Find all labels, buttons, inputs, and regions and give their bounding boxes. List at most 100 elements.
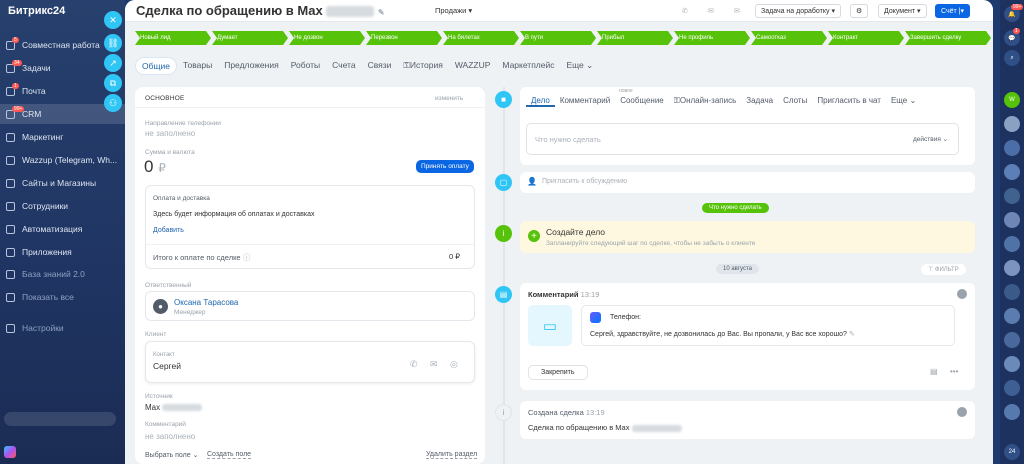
currency: ₽ bbox=[158, 161, 166, 175]
avatar[interactable] bbox=[1004, 260, 1020, 276]
settings-icon[interactable]: ⚙ bbox=[850, 4, 869, 18]
avatar[interactable] bbox=[1004, 140, 1020, 156]
stage-10[interactable]: Контракт bbox=[828, 31, 904, 45]
avatar[interactable] bbox=[1004, 404, 1020, 420]
more-icon[interactable]: ••• bbox=[950, 367, 958, 376]
actions-menu[interactable]: действия ⌄ bbox=[913, 135, 948, 143]
close-icon[interactable]: ✕ bbox=[104, 11, 122, 29]
tab-history[interactable]: ⚿История bbox=[397, 57, 448, 75]
delete-section-link[interactable]: Удалить раздел bbox=[426, 451, 478, 459]
copy-icon[interactable]: ⧉ bbox=[104, 74, 122, 92]
avatar[interactable] bbox=[1004, 380, 1020, 396]
tab-wazzup[interactable]: WAZZUP bbox=[449, 57, 497, 75]
invoice-button[interactable]: Счёт |▾ bbox=[935, 4, 971, 18]
activity-tab-comment[interactable]: Комментарий bbox=[555, 96, 615, 107]
activity-tab-message[interactable]: Сообщение bbox=[615, 96, 669, 107]
employees-icon bbox=[6, 202, 15, 211]
avatar[interactable] bbox=[1004, 116, 1020, 132]
search-icon[interactable]: ⌕ bbox=[1004, 50, 1020, 66]
tab-robots[interactable]: Роботы bbox=[285, 57, 326, 75]
stage-5[interactable]: На билетах bbox=[443, 31, 519, 45]
nav-search-bar[interactable] bbox=[4, 412, 116, 426]
pipeline-select[interactable]: Продажи ▾ bbox=[435, 6, 472, 15]
select-field-link[interactable]: Выбрать поле ⌄ bbox=[145, 451, 198, 459]
edit-icon[interactable]: ✎ bbox=[378, 8, 385, 17]
nav-item-settings[interactable]: Настройки bbox=[0, 318, 125, 338]
stage-9[interactable]: Самоотказ bbox=[751, 31, 827, 45]
edit-icon[interactable]: ✎ bbox=[849, 331, 855, 338]
avatar[interactable] bbox=[1004, 356, 1020, 372]
note-icon[interactable]: ▤ bbox=[930, 367, 938, 376]
hierarchy-icon[interactable]: ⚇ bbox=[104, 94, 122, 112]
tab-offers[interactable]: Предложения bbox=[218, 57, 284, 75]
timer-icon[interactable]: 24 bbox=[1004, 444, 1020, 460]
stage-8[interactable]: Не профиль bbox=[674, 31, 750, 45]
avatar[interactable] bbox=[1004, 164, 1020, 180]
section-title: основное bbox=[145, 95, 185, 102]
contact-name[interactable]: Сергей bbox=[153, 361, 181, 371]
stage-2[interactable]: Думает bbox=[212, 31, 288, 45]
nav-item-knowledge[interactable]: База знаний 2.0 bbox=[0, 264, 125, 284]
todo-pill: Что нужно сделать bbox=[702, 203, 769, 213]
comment-title: Комментарий 13:19 bbox=[528, 290, 599, 299]
activity-tab-more[interactable]: Еще ⌄ bbox=[886, 96, 921, 107]
activity-tab-invite[interactable]: Пригласить в чат bbox=[812, 96, 886, 107]
stage-11[interactable]: Завершить сделку bbox=[905, 31, 991, 45]
stage-1[interactable]: Новый лид bbox=[135, 31, 211, 45]
amount-label: Сумма и валюта bbox=[145, 149, 195, 156]
nav-item-sites[interactable]: Сайты и Магазины bbox=[0, 173, 125, 193]
nav-item-show-all[interactable]: Показать все bbox=[0, 287, 125, 307]
nav-label: CRM bbox=[22, 109, 42, 119]
accept-payment-button[interactable]: Принять оплату bbox=[416, 160, 474, 173]
responsible-name[interactable]: Оксана Тарасова bbox=[174, 298, 238, 307]
activity-tab-task[interactable]: Задача bbox=[741, 96, 778, 107]
nav-item-employees[interactable]: Сотрудники bbox=[0, 196, 125, 216]
activity-tab-todo[interactable]: Дело bbox=[526, 96, 555, 107]
phone-icon[interactable]: ✆ bbox=[677, 4, 693, 18]
mail-icon[interactable]: ✉ bbox=[430, 359, 438, 370]
avatar[interactable] bbox=[1004, 212, 1020, 228]
avatar[interactable]: W bbox=[1004, 92, 1020, 108]
activity-tab-booking[interactable]: ⚿Онлайн-запись bbox=[669, 96, 742, 107]
tab-links[interactable]: Связи bbox=[362, 57, 398, 75]
tab-marketplace[interactable]: Маркетплейс bbox=[496, 57, 560, 75]
todo-placeholder: Что нужно сделать bbox=[535, 135, 601, 144]
tab-invoices[interactable]: Счета bbox=[326, 57, 361, 75]
responsible-label: Ответственный bbox=[145, 282, 192, 289]
link-icon[interactable]: ⛓ bbox=[104, 34, 122, 52]
avatar[interactable] bbox=[1004, 308, 1020, 324]
chat-icon[interactable]: ◎ bbox=[450, 359, 458, 370]
message-icon[interactable]: ✉ bbox=[703, 4, 719, 18]
nav-item-marketing[interactable]: Маркетинг bbox=[0, 127, 125, 147]
nav-item-automation[interactable]: Автоматизация bbox=[0, 219, 125, 239]
help-icon[interactable]: ⓘ bbox=[243, 253, 251, 262]
create-activity-card[interactable]: + Создайте дело Запланируйте следующий ш… bbox=[520, 221, 975, 253]
stage-7[interactable]: Прибыл bbox=[597, 31, 673, 45]
stage-3[interactable]: Не дозвон bbox=[289, 31, 365, 45]
filter-button[interactable]: ⊤ ФИЛЬТР bbox=[921, 264, 966, 275]
nav-item-apps[interactable]: Приложения bbox=[0, 242, 125, 262]
invite-bar[interactable]: 👤 Пригласить к обсуждению bbox=[520, 172, 975, 193]
tab-general[interactable]: Общие bbox=[135, 57, 177, 75]
stage-6[interactable]: В пути bbox=[520, 31, 596, 45]
nav-item-wazzup[interactable]: Wazzup (Telegram, Wh... bbox=[0, 150, 125, 170]
task-button[interactable]: Задача на доработку ▾ bbox=[755, 4, 841, 18]
mail-icon[interactable]: ✉ bbox=[729, 4, 745, 18]
avatar[interactable] bbox=[1004, 236, 1020, 252]
stage-4[interactable]: Перезвон bbox=[366, 31, 442, 45]
add-payment-link[interactable]: Добавить bbox=[153, 227, 184, 234]
create-field-link[interactable]: Создать поле bbox=[207, 451, 252, 459]
todo-input[interactable]: Что нужно сделать действия ⌄ bbox=[526, 123, 959, 155]
tab-products[interactable]: Товары bbox=[177, 57, 218, 75]
avatar[interactable] bbox=[1004, 188, 1020, 204]
phone-icon[interactable]: ✆ bbox=[410, 359, 418, 370]
avatar[interactable] bbox=[1004, 332, 1020, 348]
copilot-icon[interactable] bbox=[4, 446, 16, 458]
pin-button[interactable]: Закрепить bbox=[528, 365, 588, 380]
edit-link[interactable]: изменить bbox=[435, 95, 463, 102]
document-button[interactable]: Документ ▾ bbox=[878, 4, 927, 18]
external-link-icon[interactable]: ↗ bbox=[104, 54, 122, 72]
tab-more[interactable]: Еще ⌄ bbox=[560, 57, 599, 75]
activity-tab-slots[interactable]: Слоты bbox=[778, 96, 812, 107]
avatar[interactable] bbox=[1004, 284, 1020, 300]
